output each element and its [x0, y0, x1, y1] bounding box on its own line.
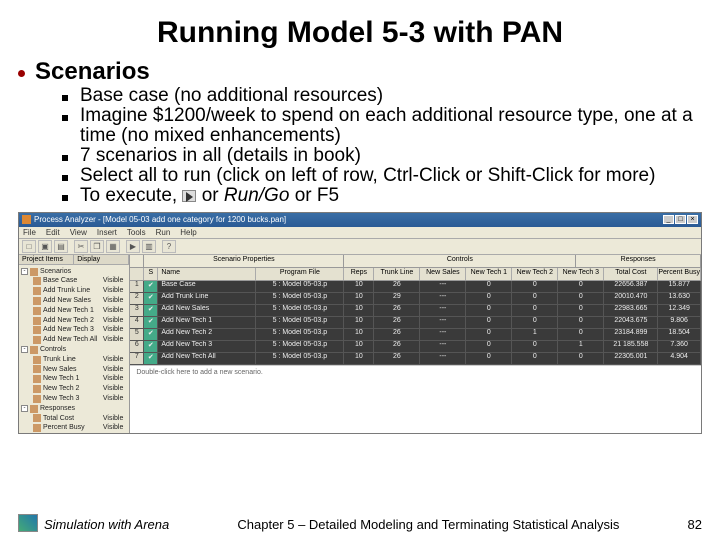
footer-page-number: 82 — [688, 517, 702, 532]
toolbar-chart-icon[interactable]: ▥ — [142, 240, 156, 253]
scenario-row[interactable]: 2✔Add Trunk Line5 : Model 05-03.p1029---… — [130, 293, 701, 305]
tree-col-header: Project Items — [19, 255, 74, 264]
footer-chapter: Chapter 5 – Detailed Modeling and Termin… — [169, 517, 687, 532]
bullet-text: Select all to run (click on left of row,… — [80, 166, 655, 186]
col-header[interactable]: Total Cost — [604, 268, 658, 280]
bullet-text: 7 scenarios in all (details in book) — [80, 146, 361, 166]
col-header[interactable]: Name — [158, 268, 256, 280]
col-header[interactable]: New Sales — [420, 268, 466, 280]
col-header[interactable]: Percent Busy — [658, 268, 701, 280]
sub-bullet — [62, 115, 68, 121]
tree-item[interactable]: New Tech 2Visible — [33, 384, 127, 394]
tree-item[interactable]: Percent BusyVisible — [33, 423, 127, 432]
slide-footer: Simulation with Arena Chapter 5 – Detail… — [0, 514, 720, 532]
window-titlebar: Process Analyzer - [Model 05-03 add one … — [19, 213, 701, 227]
toolbar: □ ▣ ▤ ✂ ❐ ▦ ▶ ▥ ? — [19, 239, 701, 255]
menu-item[interactable]: Insert — [97, 228, 117, 237]
sub-bullet — [62, 155, 68, 161]
sub-bullet — [62, 95, 68, 101]
scenario-row[interactable]: 7✔Add New Tech All5 : Model 05-03.p1026-… — [130, 353, 701, 365]
maximize-button[interactable]: □ — [675, 215, 686, 224]
tree-item[interactable]: Add New Tech 2Visible — [33, 316, 127, 326]
scenario-row[interactable]: 5✔Add New Tech 25 : Model 05-03.p1026---… — [130, 329, 701, 341]
tree-item[interactable]: Add New Tech 1Visible — [33, 306, 127, 316]
toolbar-help-icon[interactable]: ? — [162, 240, 176, 253]
menu-item[interactable]: View — [70, 228, 87, 237]
col-header[interactable]: New Tech 1 — [466, 268, 512, 280]
bullet-text: Imagine $1200/week to spend on each addi… — [80, 106, 702, 146]
sub-bullet — [62, 175, 68, 181]
tree-item[interactable]: -Responses — [21, 404, 127, 414]
tree-item[interactable]: -Controls — [21, 345, 127, 355]
bullet-text: To execute, or Run/Go or F5 — [80, 186, 339, 206]
scenario-row[interactable]: 4✔Add New Tech 15 : Model 05-03.p1026---… — [130, 317, 701, 329]
hint-row[interactable]: Double-click here to add a new scenario. — [130, 365, 701, 379]
toolbar-save-icon[interactable]: ▤ — [54, 240, 68, 253]
col-header[interactable] — [130, 268, 144, 280]
scenario-row[interactable]: 1✔Base Case5 : Model 05-03.p1026---00022… — [130, 281, 701, 293]
col-header[interactable]: S — [144, 268, 158, 280]
menu-item[interactable]: Run — [156, 228, 171, 237]
section-heading: Scenarios — [35, 58, 150, 86]
menu-bar[interactable]: File Edit View Insert Tools Run Help — [19, 227, 701, 239]
col-header[interactable]: Reps — [344, 268, 374, 280]
scenario-row[interactable]: 3✔Add New Sales5 : Model 05-03.p1026---0… — [130, 305, 701, 317]
tree-item[interactable]: Total CostVisible — [33, 414, 127, 424]
menu-item[interactable]: Edit — [46, 228, 60, 237]
toolbar-paste-icon[interactable]: ▦ — [106, 240, 120, 253]
tree-col-header: Display — [74, 255, 129, 264]
sub-bullet — [62, 195, 68, 201]
menu-item[interactable]: File — [23, 228, 36, 237]
group-header: Scenario Properties — [144, 255, 344, 267]
tree-item[interactable]: Trunk LineVisible — [33, 355, 127, 365]
book-icon — [18, 514, 38, 532]
minimize-button[interactable]: _ — [663, 215, 674, 224]
group-header: Controls — [344, 255, 576, 267]
tree-item[interactable]: -Scenarios — [21, 267, 127, 277]
toolbar-new-icon[interactable]: □ — [22, 240, 36, 253]
menu-item[interactable]: Tools — [127, 228, 146, 237]
menu-item[interactable]: Help — [180, 228, 196, 237]
tree-item[interactable]: Add New Tech 3Visible — [33, 325, 127, 335]
toolbar-open-icon[interactable]: ▣ — [38, 240, 52, 253]
play-icon — [182, 190, 196, 202]
group-header: Responses — [576, 255, 701, 267]
tree-item[interactable]: Add Trunk LineVisible — [33, 286, 127, 296]
tree-item[interactable]: Add New SalesVisible — [33, 296, 127, 306]
window-title: Process Analyzer - [Model 05-03 add one … — [34, 215, 286, 224]
app-icon — [22, 215, 31, 224]
scenario-row[interactable]: 6✔Add New Tech 35 : Model 05-03.p1026---… — [130, 341, 701, 353]
tree-item[interactable]: New Tech 1Visible — [33, 374, 127, 384]
col-header[interactable]: Trunk Line — [374, 268, 420, 280]
bullet-dot — [18, 70, 25, 77]
slide-title: Running Model 5-3 with PAN — [18, 16, 702, 50]
project-tree-panel: Project Items Display -ScenariosBase Cas… — [19, 255, 130, 433]
col-header[interactable]: Program File — [256, 268, 344, 280]
toolbar-run-icon[interactable]: ▶ — [126, 240, 140, 253]
toolbar-copy-icon[interactable]: ❐ — [90, 240, 104, 253]
col-header[interactable]: New Tech 3 — [558, 268, 604, 280]
close-button[interactable]: × — [687, 215, 698, 224]
tree-item[interactable]: New Tech 3Visible — [33, 394, 127, 404]
col-header[interactable]: New Tech 2 — [512, 268, 558, 280]
process-analyzer-window: Process Analyzer - [Model 05-03 add one … — [18, 212, 702, 434]
tree-item[interactable]: Add New Tech AllVisible — [33, 335, 127, 345]
footer-book-title: Simulation with Arena — [44, 517, 169, 532]
tree-item[interactable]: Base CaseVisible — [33, 276, 127, 286]
tree-item[interactable]: New SalesVisible — [33, 365, 127, 375]
toolbar-cut-icon[interactable]: ✂ — [74, 240, 88, 253]
bullet-text: Base case (no additional resources) — [80, 86, 383, 106]
